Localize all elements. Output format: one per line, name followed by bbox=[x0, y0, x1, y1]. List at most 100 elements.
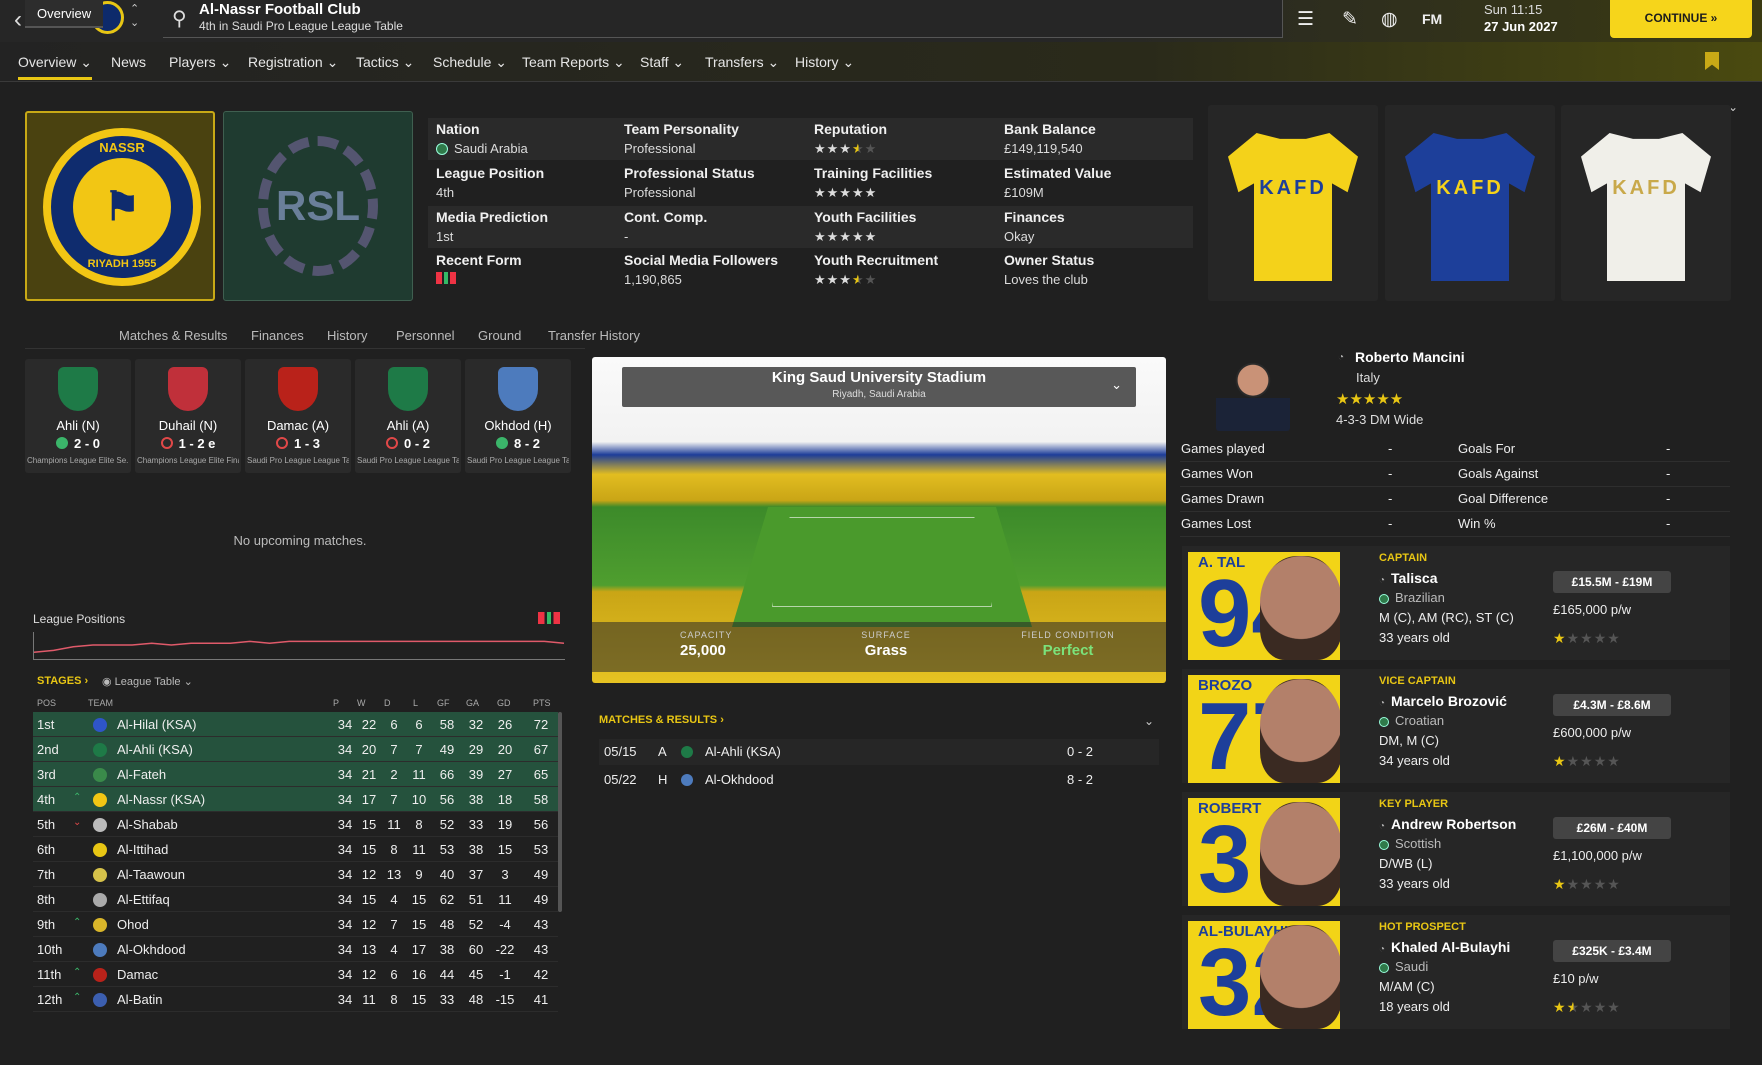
table-row[interactable]: 6th Al-Ittihad 34 15 8 11 53 38 15 53 bbox=[33, 837, 558, 862]
tab-personnel[interactable]: Personnel bbox=[396, 328, 455, 343]
manager-photo[interactable] bbox=[1216, 349, 1290, 431]
player-photo: BROZO 77 bbox=[1188, 675, 1340, 783]
person-icon: ◔ bbox=[1379, 575, 1386, 586]
search-icon[interactable]: ⚲ bbox=[172, 6, 187, 31]
player-age: 18 years old bbox=[1379, 999, 1450, 1014]
table-row[interactable]: 11th ⌃ Damac 34 12 6 16 44 45 -1 42 bbox=[33, 962, 558, 987]
nav-staff[interactable]: Staff ⌄ bbox=[640, 54, 684, 71]
player-nationality: Croatian bbox=[1379, 713, 1444, 728]
table-row[interactable]: 5th ⌄ Al-Shabab 34 15 11 8 52 33 19 56 bbox=[33, 812, 558, 837]
result-row[interactable]: 05/15 A Al-Ahli (KSA) 0 - 2 bbox=[599, 739, 1159, 765]
key-player-card[interactable]: A. TAL 94 CAPTAIN ◔ Talisca Brazilian M (C… bbox=[1182, 546, 1730, 660]
table-row[interactable]: 1st Al-Hilal (KSA) 34 22 6 6 58 32 26 72 bbox=[33, 712, 558, 737]
stadium-selector[interactable]: King Saud University Stadium Riyadh, Sau… bbox=[622, 367, 1136, 407]
player-role: HOT PROSPECT bbox=[1379, 921, 1466, 933]
match-card[interactable]: Okhdod (H) 8 - 2 Saudi Pro League League… bbox=[465, 359, 571, 473]
table-scrollbar[interactable] bbox=[558, 712, 562, 912]
match-card[interactable]: Ahli (A) 0 - 2 Saudi Pro League League T… bbox=[355, 359, 461, 473]
player-stars: ★★★★★ bbox=[1553, 630, 1621, 646]
nav-schedule[interactable]: Schedule ⌄ bbox=[433, 54, 507, 71]
table-row[interactable]: 9th ⌃ Ohod 34 12 7 15 48 52 -4 43 bbox=[33, 912, 558, 937]
chevron-down-icon[interactable]: ⌄ bbox=[1111, 377, 1122, 393]
match-card[interactable]: Ahli (N) 2 - 0 Champions League Elite Se… bbox=[25, 359, 131, 473]
result-dot-icon bbox=[495, 437, 508, 449]
team-badge-icon bbox=[168, 367, 208, 411]
fm-logo[interactable]: FM bbox=[1422, 11, 1442, 27]
result-dot-icon bbox=[275, 437, 288, 449]
tab-matches-results[interactable]: Matches & Results bbox=[119, 328, 227, 343]
recent-form-icon[interactable] bbox=[436, 272, 456, 284]
match-card[interactable]: Duhail (N) 1 - 2 e Champions League Elit… bbox=[135, 359, 241, 473]
manager-stars: ★★★★★ bbox=[1336, 391, 1404, 408]
key-player-card[interactable]: AL-BULAYHI 32 HOT PROSPECT ◔ Khaled Al-Bul… bbox=[1182, 915, 1730, 1029]
player-age: 33 years old bbox=[1379, 630, 1450, 645]
team-badge-icon bbox=[58, 367, 98, 411]
table-row[interactable]: 10th Al-Okhdood 34 13 4 17 38 60 -22 43 bbox=[33, 937, 558, 962]
training-stars: ★★★★★ bbox=[814, 185, 878, 200]
globe-icon[interactable]: ◍ bbox=[1381, 8, 1398, 31]
back-arrow-icon[interactable]: ‹ bbox=[14, 6, 22, 34]
player-stars: ★★★★★ bbox=[1553, 753, 1621, 769]
team-badge-icon bbox=[681, 746, 693, 758]
tab-transfer-history[interactable]: Transfer History bbox=[548, 328, 640, 343]
nav-transfers[interactable]: Transfers ⌄ bbox=[705, 54, 779, 71]
kit-third[interactable]: KAFD bbox=[1561, 105, 1731, 301]
league-table: POS TEAM P W D L GF GA GD PTS 1st Al-Hila… bbox=[33, 696, 558, 1012]
tab-history[interactable]: History bbox=[327, 328, 367, 343]
table-row[interactable]: 12th ⌃ Al-Batin 34 11 8 15 33 48 -15 41 bbox=[33, 987, 558, 1012]
match-card[interactable]: Damac (A) 1 - 3 Saudi Pro League League … bbox=[245, 359, 351, 473]
stadium-facts: CAPACITY 25,000 SURFACE Grass FIELD CONDIT… bbox=[592, 622, 1166, 672]
table-row[interactable]: 2nd Al-Ahli (KSA) 34 20 7 7 49 29 20 67 bbox=[33, 737, 558, 762]
result-dot-icon bbox=[160, 437, 173, 449]
nav-team-reports[interactable]: Team Reports ⌄ bbox=[522, 54, 625, 71]
kit-home[interactable]: KAFD bbox=[1208, 105, 1378, 301]
matches-results-link[interactable]: MATCHES & RESULTS › bbox=[599, 714, 724, 726]
nav-overview[interactable]: Overview ⌄ bbox=[18, 54, 92, 80]
league-positions-title: League Positions bbox=[33, 612, 126, 626]
team-badge-icon bbox=[681, 774, 693, 786]
player-photo: ROBERT 3 bbox=[1188, 798, 1340, 906]
key-player-card[interactable]: ROBERT 3 KEY PLAYER ◔ Andrew Robertson Sco… bbox=[1182, 792, 1730, 906]
team-badge-icon bbox=[93, 818, 107, 832]
table-row[interactable]: 4th ⌃ Al-Nassr (KSA) 34 17 7 10 56 38 18 58 bbox=[33, 787, 558, 812]
page-title: Al-Nassr Football Club bbox=[199, 1, 361, 18]
continue-button[interactable]: CONTINUE » bbox=[1610, 0, 1752, 38]
nav-tactics[interactable]: Tactics ⌄ bbox=[356, 54, 414, 71]
flag-icon bbox=[1379, 840, 1389, 850]
edit-icon[interactable]: ✎ bbox=[1342, 8, 1358, 31]
nav-registration[interactable]: Registration ⌄ bbox=[248, 54, 338, 71]
result-row[interactable]: 05/22 H Al-Okhdood 8 - 2 bbox=[599, 767, 1159, 793]
person-icon: ◔ bbox=[1379, 698, 1386, 709]
kit-away[interactable]: KAFD bbox=[1385, 105, 1555, 301]
player-role: VICE CAPTAIN bbox=[1379, 675, 1456, 687]
table-row[interactable]: 3rd Al-Fateh 34 21 2 11 66 39 27 65 bbox=[33, 762, 558, 787]
nav-history[interactable]: History ⌄ bbox=[795, 54, 854, 71]
league-positions-icon[interactable] bbox=[538, 612, 560, 624]
manager-name[interactable]: Roberto Mancini bbox=[1355, 349, 1465, 365]
player-name[interactable]: ◔ Talisca bbox=[1379, 570, 1437, 586]
stages-link[interactable]: STAGES › bbox=[37, 675, 88, 687]
nav-players[interactable]: Players ⌄ bbox=[169, 54, 231, 71]
league-positions-chart bbox=[33, 632, 565, 660]
chevron-down-icon[interactable]: ⌄ bbox=[1144, 714, 1154, 728]
tab-finances[interactable]: Finances bbox=[251, 328, 304, 343]
club-switch-arrows-icon[interactable]: ⌃ ⌄ bbox=[130, 2, 139, 30]
player-name[interactable]: ◔ Marcelo Brozović bbox=[1379, 693, 1507, 709]
youth-facilities-stars: ★★★★★ bbox=[814, 229, 878, 244]
manager-stat-row: Games Lost - Win % - bbox=[1180, 512, 1730, 537]
flag-icon bbox=[1379, 963, 1389, 973]
tab-ground[interactable]: Ground bbox=[478, 328, 521, 343]
club-crest: NASSR ⚑ RIYADH 1955 bbox=[25, 111, 215, 301]
league-table-select[interactable]: ◉ League Table ⌄ bbox=[102, 675, 193, 688]
player-name[interactable]: ◔ Andrew Robertson bbox=[1379, 816, 1516, 832]
stadium-location: Riyadh, Saudi Arabia bbox=[832, 389, 926, 400]
tab-overview[interactable]: Overview bbox=[25, 0, 104, 28]
menu-icon[interactable]: ☰ bbox=[1297, 8, 1314, 31]
team-badge-icon bbox=[93, 843, 107, 857]
saudi-flag-icon bbox=[436, 143, 448, 155]
nav-news[interactable]: News bbox=[111, 54, 146, 70]
table-row[interactable]: 8th Al-Ettifaq 34 15 4 15 62 51 11 49 bbox=[33, 887, 558, 912]
table-row[interactable]: 7th Al-Taawoun 34 12 13 9 40 37 3 49 bbox=[33, 862, 558, 887]
player-name[interactable]: ◔ Khaled Al-Bulayhi bbox=[1379, 939, 1510, 955]
key-player-card[interactable]: BROZO 77 VICE CAPTAIN ◔ Marcelo Brozović C… bbox=[1182, 669, 1730, 783]
